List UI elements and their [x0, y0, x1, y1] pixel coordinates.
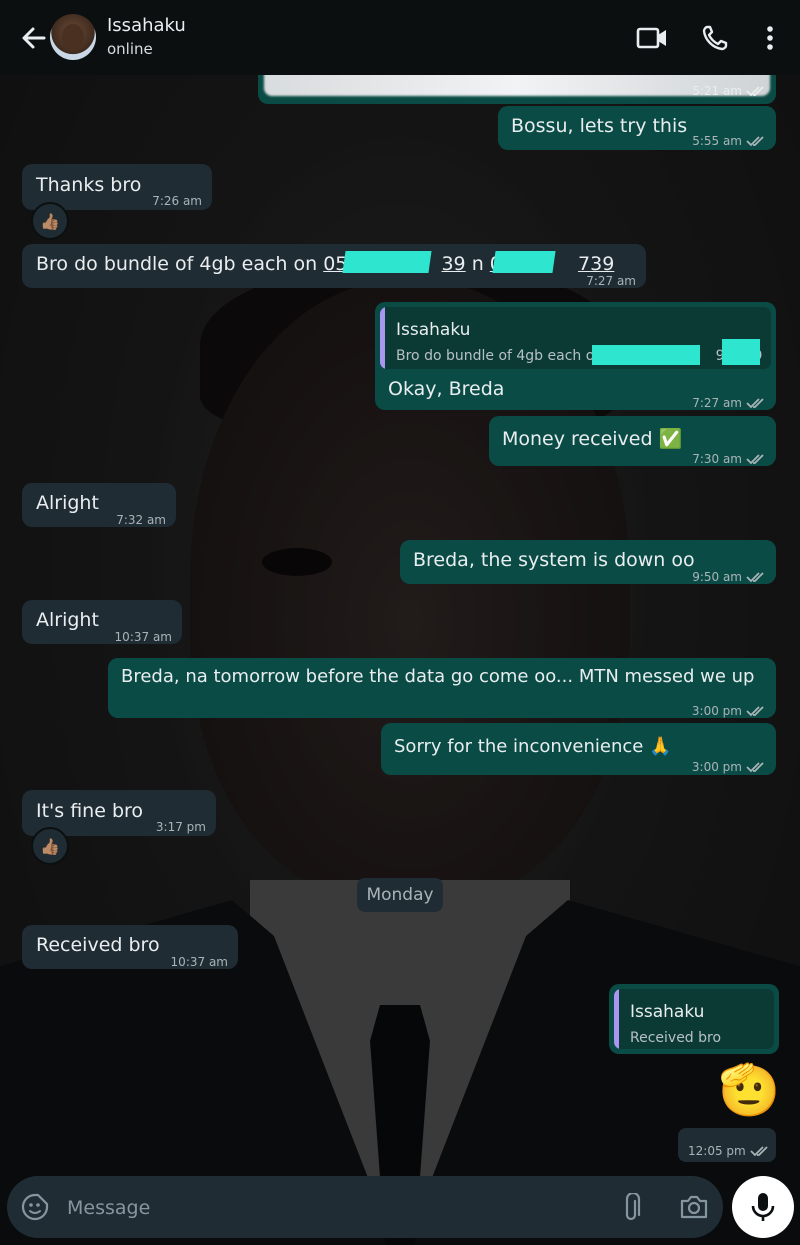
quote-author: Issahaku	[630, 1002, 705, 1022]
voice-call-icon[interactable]	[701, 24, 729, 52]
quote-accent-bar	[380, 307, 385, 369]
read-ticks-icon	[750, 1146, 768, 1157]
message-time: 10:37 am	[114, 630, 172, 644]
mic-button[interactable]	[732, 1176, 794, 1238]
message-bubble[interactable]: Breda, na tomorrow before the data go co…	[108, 658, 776, 718]
redaction-mark	[492, 251, 556, 273]
sticker-icon[interactable]	[21, 1193, 49, 1221]
read-ticks-icon	[746, 706, 764, 717]
message-text: Money received ✅	[502, 428, 683, 450]
read-ticks-icon	[746, 454, 764, 465]
message-text: Sorry for the inconvenience 🙏	[394, 736, 672, 757]
reaction-thumbs-up[interactable]: 👍🏽	[31, 202, 69, 240]
read-ticks-icon	[746, 136, 764, 147]
back-arrow-icon[interactable]	[18, 22, 50, 54]
day-separator: Monday	[357, 878, 443, 912]
message-meta: 5:21 am	[692, 78, 766, 104]
read-ticks-icon	[746, 398, 764, 409]
message-time: 7:27 am	[586, 274, 636, 288]
message-time: 10:37 am	[170, 955, 228, 969]
message-text: Alright	[36, 609, 99, 631]
mic-icon	[751, 1193, 775, 1221]
message-time: 7:32 am	[116, 513, 166, 527]
message-bubble[interactable]: Bossu, lets try this 5:55 am	[498, 106, 776, 150]
quoted-message[interactable]: Issahaku Received bro	[614, 989, 774, 1049]
read-ticks-icon	[746, 572, 764, 583]
emoji-message[interactable]: 🫡	[718, 1060, 780, 1120]
message-meta: 3:00 pm	[692, 698, 766, 724]
quote-accent-bar	[614, 989, 619, 1049]
message-bubble[interactable]: Breda, the system is down oo 9:50 am	[400, 540, 776, 584]
message-meta: 3:00 pm	[692, 754, 766, 780]
redaction-mark	[342, 251, 432, 273]
message-meta: 12:05 pm	[688, 1138, 770, 1164]
message-bubble[interactable]: Bro do bundle of 4gb each on 05439 n 059…	[22, 244, 646, 288]
contact-name[interactable]: Issahaku	[107, 15, 186, 36]
message-text: It's fine bro	[36, 800, 144, 822]
message-composer	[7, 1176, 723, 1238]
message-time: 7:26 am	[152, 194, 202, 208]
message-meta: 7:30 am	[692, 446, 766, 472]
chat-header: Issahaku online	[0, 0, 800, 75]
message-text: Breda, the system is down oo	[413, 549, 695, 571]
message-bubble[interactable]: Alright 7:32 am	[22, 483, 176, 527]
reply-message-bubble[interactable]: Issahaku Received bro	[609, 984, 779, 1054]
quote-author: Issahaku	[396, 320, 471, 340]
message-time: 3:17 pm	[155, 820, 206, 834]
more-options-icon[interactable]	[765, 24, 775, 52]
message-bubble[interactable]: Alright 10:37 am	[22, 600, 182, 644]
message-text: Received bro	[36, 934, 160, 956]
message-meta: 9:50 am	[692, 564, 766, 590]
message-bubble[interactable]: Sorry for the inconvenience 🙏 3:00 pm	[381, 723, 776, 775]
message-bubble[interactable]: Received bro 10:37 am	[22, 925, 238, 969]
avatar[interactable]	[50, 14, 96, 60]
video-call-icon[interactable]	[636, 24, 668, 52]
message-text: Bossu, lets try this	[511, 115, 688, 137]
read-ticks-icon	[746, 762, 764, 773]
message-time-chip: 12:05 pm	[678, 1128, 776, 1162]
contact-status: online	[107, 40, 153, 58]
message-input[interactable]	[65, 1192, 549, 1224]
message-meta: 7:27 am	[692, 390, 766, 416]
quote-text: Bro do bundle of 4gb each on 939	[396, 348, 762, 364]
read-ticks-icon	[746, 86, 764, 97]
quote-text: Received bro	[630, 1030, 722, 1046]
attach-icon[interactable]	[619, 1193, 643, 1223]
redaction-mark	[722, 339, 760, 365]
camera-icon[interactable]	[679, 1194, 709, 1220]
quoted-message[interactable]: Issahaku Bro do bundle of 4gb each on 93…	[380, 307, 771, 369]
redaction-mark	[592, 345, 700, 365]
message-bubble[interactable]: Money received ✅ 7:30 am	[489, 416, 776, 466]
reaction-thumbs-up[interactable]: 👍🏽	[31, 827, 69, 865]
message-meta: 5:55 am	[692, 128, 766, 154]
message-text: Breda, na tomorrow before the data go co…	[121, 666, 755, 687]
message-text: Thanks bro	[36, 174, 142, 196]
reply-message-bubble[interactable]: Issahaku Bro do bundle of 4gb each on 93…	[375, 302, 776, 410]
message-text: Alright	[36, 492, 99, 514]
message-text: Okay, Breda	[388, 378, 505, 400]
